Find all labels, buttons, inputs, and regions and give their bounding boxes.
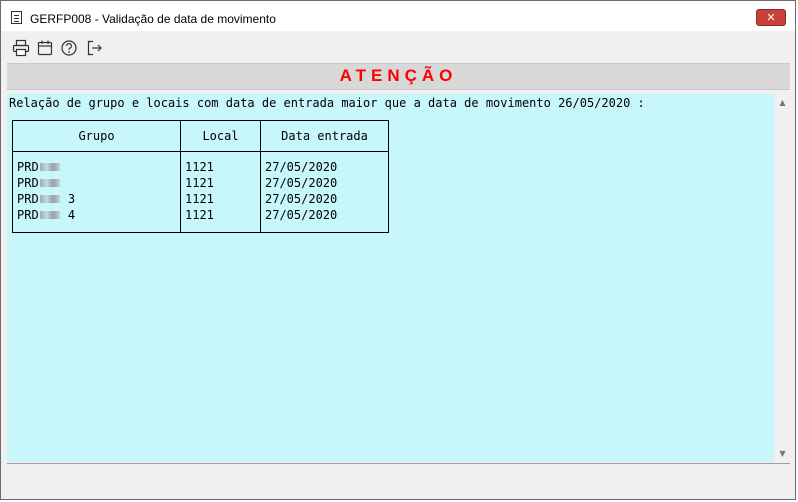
attention-banner: ATENÇÃO xyxy=(7,63,790,90)
grupo-cell: PRD PRD PRD 3 PRD 4 xyxy=(12,151,181,233)
redacted-mark xyxy=(39,194,60,203)
data-entrada-value: 27/05/2020 xyxy=(265,192,338,206)
close-button[interactable]: ✕ xyxy=(756,9,786,26)
column-header-grupo: Grupo xyxy=(12,120,181,152)
table-row: PRD PRD PRD 3 PRD 4 1121 1121 1121 1121 … xyxy=(12,151,389,233)
toolbar xyxy=(7,32,790,62)
title-bar[interactable]: GERFP008 - Validação de data de moviment… xyxy=(1,1,795,31)
grupo-prefix: PRD xyxy=(17,176,39,190)
column-header-data-entrada: Data entrada xyxy=(260,120,389,152)
print-button[interactable] xyxy=(12,39,30,57)
attention-text: ATENÇÃO xyxy=(339,66,458,85)
help-icon xyxy=(61,40,77,56)
calendar-button[interactable] xyxy=(36,39,54,57)
scroll-up-icon[interactable]: ▲ xyxy=(774,94,791,111)
printer-icon xyxy=(12,39,30,57)
report-area: Relação de grupo e locais com data de en… xyxy=(7,94,774,462)
report-table: Grupo Local Data entrada PRD PRD PRD 3 P… xyxy=(12,120,389,233)
document-icon xyxy=(11,11,22,24)
grupo-prefix: PRD xyxy=(17,208,39,222)
data-entrada-value: 27/05/2020 xyxy=(265,176,338,190)
exit-button[interactable] xyxy=(86,39,104,57)
redacted-mark xyxy=(39,210,60,219)
column-header-local: Local xyxy=(180,120,261,152)
app-window: GERFP008 - Validação de data de moviment… xyxy=(0,0,796,500)
calendar-icon xyxy=(37,40,53,56)
vertical-scrollbar[interactable]: ▲ ▼ xyxy=(774,94,791,462)
grupo-prefix: PRD xyxy=(17,160,39,174)
status-bar xyxy=(7,463,790,496)
redacted-mark xyxy=(39,178,60,187)
redacted-mark xyxy=(39,162,60,171)
help-button[interactable] xyxy=(60,39,78,57)
window-title: GERFP008 - Validação de data de moviment… xyxy=(30,12,276,26)
data-entrada-value: 27/05/2020 xyxy=(265,208,338,222)
local-value: 1121 xyxy=(185,208,214,222)
grupo-suffix: 3 xyxy=(60,192,76,206)
grupo-prefix: PRD xyxy=(17,192,39,206)
report-intro: Relação de grupo e locais com data de en… xyxy=(9,96,645,110)
data-entrada-value: 27/05/2020 xyxy=(265,160,338,174)
local-value: 1121 xyxy=(185,192,214,206)
data-entrada-cell: 27/05/2020 27/05/2020 27/05/2020 27/05/2… xyxy=(260,151,389,233)
scroll-down-icon[interactable]: ▼ xyxy=(774,445,791,462)
local-value: 1121 xyxy=(185,176,214,190)
grupo-suffix: 4 xyxy=(60,208,76,222)
local-value: 1121 xyxy=(185,160,214,174)
local-cell: 1121 1121 1121 1121 xyxy=(180,151,261,233)
exit-icon xyxy=(87,40,102,56)
